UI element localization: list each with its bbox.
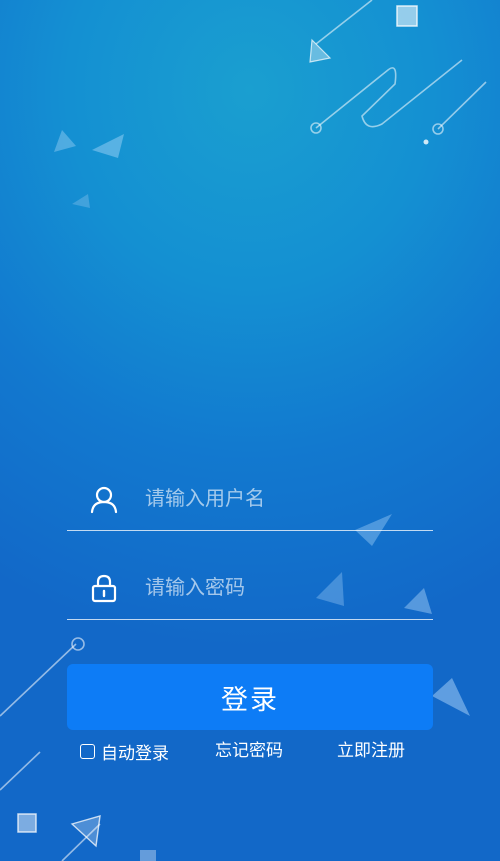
lock-icon <box>91 574 117 603</box>
password-input[interactable] <box>145 567 425 607</box>
auto-login-checkbox[interactable] <box>80 743 95 759</box>
background-decoration <box>0 0 487 861</box>
password-field <box>67 559 433 620</box>
login-button[interactable]: 登录 <box>67 664 433 730</box>
user-icon <box>90 486 118 514</box>
auto-login-option[interactable]: 自动登录 <box>80 738 169 764</box>
login-options: 自动登录 忘记密码 立即注册 <box>80 738 420 764</box>
username-input[interactable] <box>145 478 425 518</box>
register-link[interactable]: 立即注册 <box>337 738 405 764</box>
username-field <box>67 470 433 531</box>
auto-login-label: 自动登录 <box>101 743 169 764</box>
login-screen: 登录 自动登录 忘记密码 立即注册 <box>0 0 500 861</box>
forgot-password-link[interactable]: 忘记密码 <box>215 738 283 764</box>
